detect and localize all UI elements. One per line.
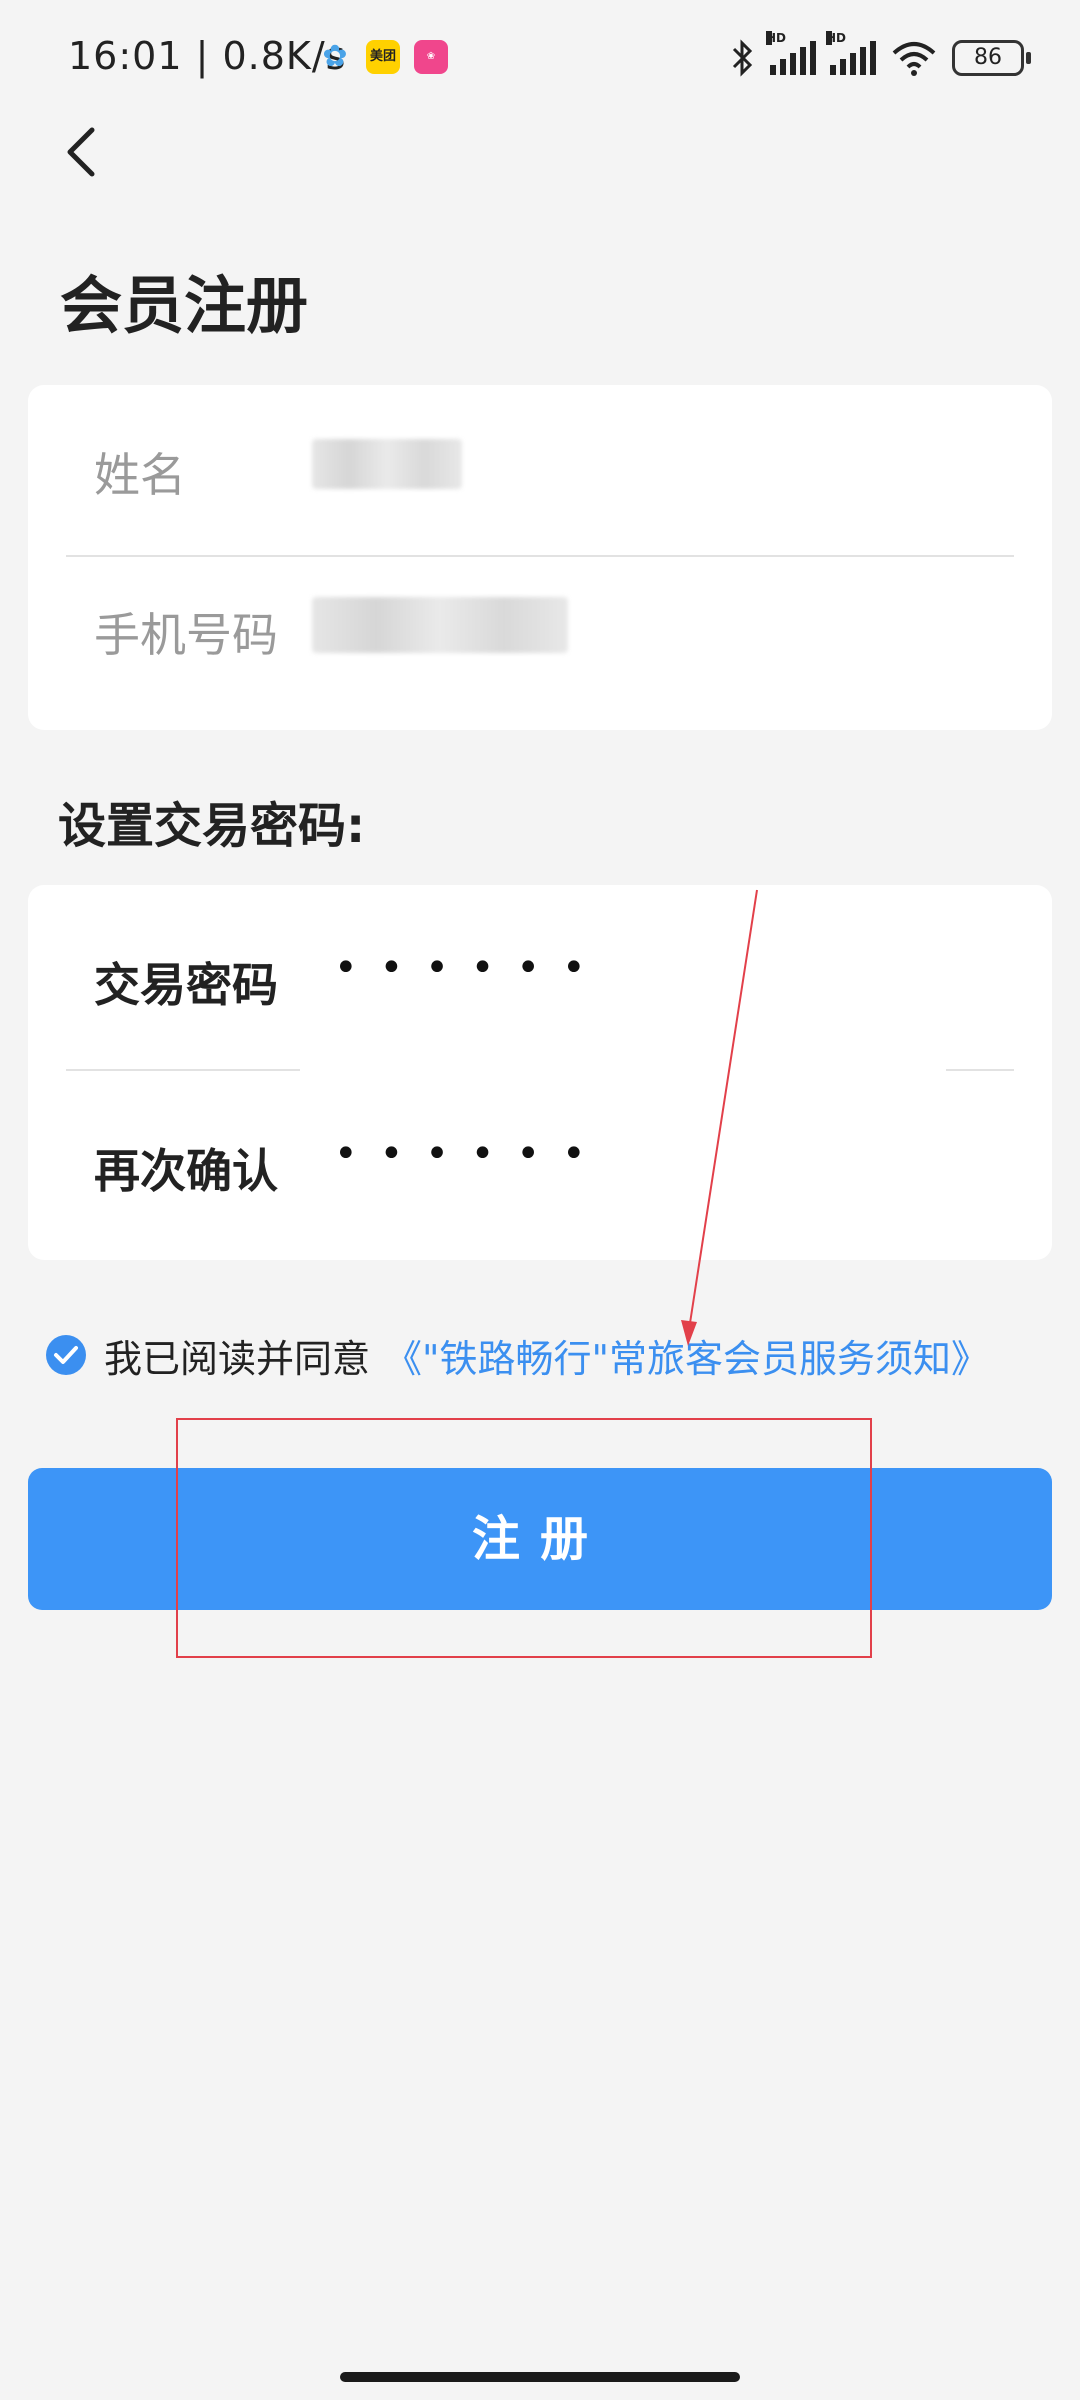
annotation-box: [176, 1418, 872, 1658]
pink-app-icon: ❀: [414, 40, 448, 74]
password-section-title: 设置交易密码:: [58, 798, 366, 854]
status-icons: HD HD 86: [730, 31, 1031, 80]
signal-icon-2: HD: [826, 31, 876, 75]
password-input[interactable]: ••••••: [334, 945, 608, 991]
meituan-icon: 美团: [366, 40, 400, 74]
member-info-card: 姓名 手机号码: [28, 385, 1052, 730]
name-label: 姓名: [94, 448, 186, 502]
agreement-text: 我已阅读并同意: [104, 1336, 371, 1381]
phone-label: 手机号码: [94, 608, 278, 662]
signal-icon: HD: [766, 31, 816, 75]
name-row[interactable]: 姓名: [66, 385, 1014, 555]
name-value[interactable]: [312, 439, 462, 489]
back-button[interactable]: [56, 118, 116, 188]
checkmark-icon: [54, 1346, 78, 1364]
battery-icon: 86: [952, 40, 1031, 76]
confirm-label: 再次确认: [94, 1144, 278, 1198]
home-indicator: [340, 2372, 740, 2382]
wifi-icon: [892, 42, 936, 76]
password-card: 交易密码 •••••• 再次确认 ••••••: [28, 885, 1052, 1260]
status-time: 16:01 | 0.8K/s: [68, 34, 347, 78]
phone-value[interactable]: [312, 597, 568, 653]
chevron-left-icon: [67, 127, 95, 177]
password-row[interactable]: 交易密码 ••••••: [66, 885, 1014, 1055]
agreement-checkbox[interactable]: [46, 1335, 86, 1375]
bluetooth-icon: [732, 39, 753, 77]
confirm-row[interactable]: 再次确认 ••••••: [66, 1071, 1014, 1241]
phone-row[interactable]: 手机号码: [66, 557, 1014, 727]
confirm-password-input[interactable]: ••••••: [334, 1131, 608, 1177]
cloud-app-icon: ✿: [322, 39, 348, 74]
status-bar: 16:01 | 0.8K/s ✿ 美团 ❀ HD HD 86: [0, 0, 1080, 120]
page-title: 会员注册: [60, 269, 309, 342]
agreement-row: 我已阅读并同意 《"铁路畅行"常旅客会员服务须知》: [46, 1325, 989, 1385]
password-label: 交易密码: [94, 958, 278, 1012]
agreement-link[interactable]: 《"铁路畅行"常旅客会员服务须知》: [384, 1328, 989, 1383]
